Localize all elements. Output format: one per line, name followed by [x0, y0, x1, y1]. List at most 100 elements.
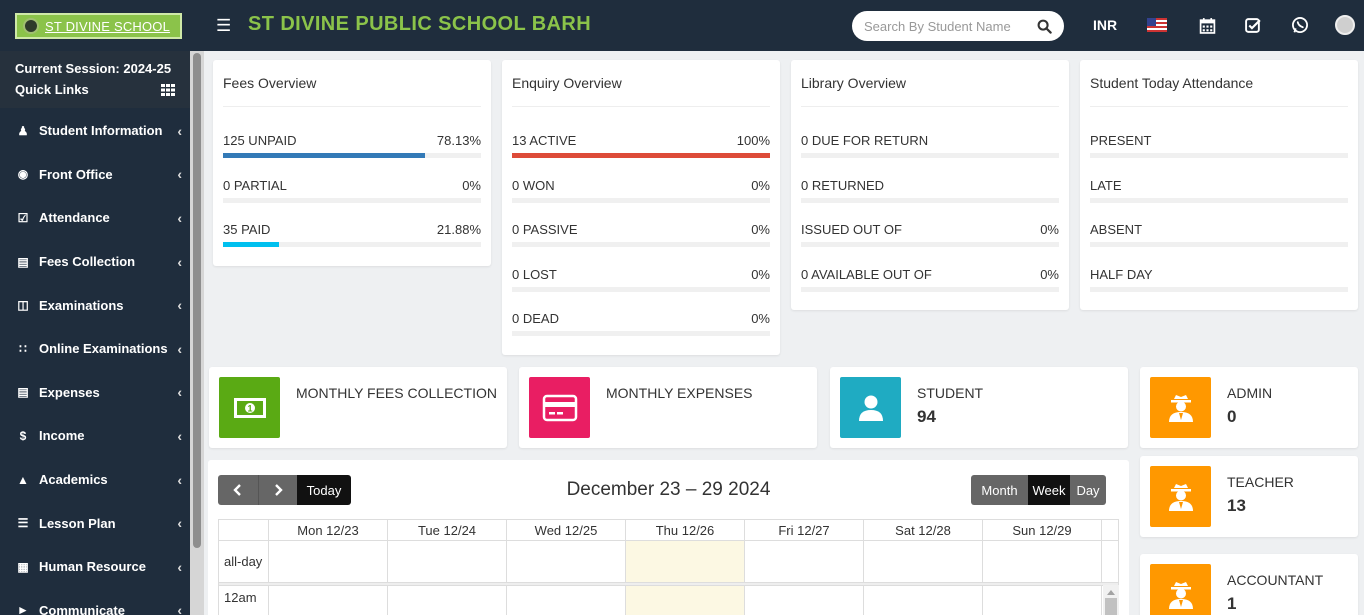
calendar-scrollbar[interactable] — [1103, 585, 1119, 615]
overview-row: 0 PASSIVE 0% — [512, 209, 770, 253]
stat-label: MONTHLY EXPENSES — [606, 385, 753, 401]
school-logo[interactable]: ST DIVINE SCHOOL — [15, 13, 182, 39]
chevron-left-icon: ‹ — [177, 122, 182, 139]
monthly-expenses-box[interactable]: MONTHLY EXPENSES — [519, 367, 817, 448]
sidebar-item-communicate[interactable]: ► Communicate ‹ — [0, 589, 190, 615]
stat-value: 94 — [917, 407, 936, 426]
sidebar-item-label: Human Resource — [39, 559, 146, 575]
overview-row-label: 0 LOST — [512, 266, 557, 282]
current-session: Current Session: 2024-25 — [15, 61, 172, 76]
stat-label: TEACHER — [1227, 474, 1294, 490]
chevron-left-icon: ‹ — [177, 166, 182, 183]
dollar-icon: $ — [19, 428, 27, 443]
credit-card-icon — [529, 377, 590, 438]
scroll-thumb[interactable] — [1105, 598, 1117, 615]
sitemap-icon: ▦ — [17, 559, 29, 574]
sidebar-item-student-information[interactable]: ♟ Student Information ‹ — [0, 109, 190, 153]
search-box — [852, 11, 1064, 41]
time-slot[interactable] — [745, 586, 864, 615]
all-day-slot[interactable] — [269, 541, 388, 583]
user-avatar[interactable] — [1334, 14, 1356, 36]
monthly-fees-collection-box[interactable]: 1 MONTHLY FEES COLLECTION — [209, 367, 507, 448]
time-slot[interactable] — [864, 586, 983, 615]
logo-text: ST DIVINE SCHOOL — [45, 18, 171, 34]
time-slot[interactable] — [507, 586, 626, 615]
quick-links[interactable]: Quick Links — [15, 82, 175, 97]
sidebar-item-fees-collection[interactable]: ▤ Fees Collection ‹ — [0, 240, 190, 284]
sidebar-item-attendance[interactable]: ☑ Attendance ‹ — [0, 196, 190, 240]
sidebar-item-label: Fees Collection — [39, 254, 136, 270]
session-panel: Current Session: 2024-25 Quick Links — [0, 51, 190, 108]
scroll-up-icon[interactable] — [1107, 590, 1115, 595]
sidebar-item-examinations[interactable]: ◫ Examinations ‹ — [0, 283, 190, 327]
task-check-icon[interactable] — [1242, 14, 1264, 36]
currency-selector[interactable]: INR — [1093, 17, 1117, 33]
overview-row-label: ISSUED OUT OF — [801, 222, 902, 238]
admin-count-box[interactable]: ADMIN 0 — [1140, 367, 1358, 448]
time-slot[interactable] — [269, 586, 388, 615]
search-input[interactable] — [864, 18, 1034, 34]
teacher-count-box[interactable]: TEACHER 13 — [1140, 456, 1358, 537]
grid-icon[interactable] — [161, 83, 175, 96]
time-slot[interactable] — [983, 586, 1102, 615]
accountant-count-box[interactable]: ACCOUNTANT 1 — [1140, 554, 1358, 615]
all-day-slot[interactable] — [864, 541, 983, 583]
calendar-icon[interactable] — [1196, 14, 1218, 36]
all-day-slot[interactable] — [983, 541, 1102, 583]
sidebar-item-online-examinations[interactable]: ∷ Online Examinations ‹ — [0, 327, 190, 371]
all-day-slot[interactable] — [626, 541, 745, 583]
progress-bar — [223, 197, 481, 203]
day-header: Wed 12/25 — [507, 520, 626, 541]
all-day-slot[interactable] — [507, 541, 626, 583]
student-count-box[interactable]: STUDENT 94 — [830, 367, 1128, 448]
search-icon[interactable] — [1034, 16, 1054, 36]
day-header: Fri 12/27 — [745, 520, 864, 541]
sidebar-item-human-resource[interactable]: ▦ Human Resource ‹ — [0, 545, 190, 589]
overview-row: HALF DAY — [1090, 254, 1348, 298]
sidebar-item-lesson-plan[interactable]: ☰ Lesson Plan ‹ — [0, 501, 190, 545]
overview-row-percent: 0% — [751, 177, 770, 193]
sidebar-item-label: Income — [39, 428, 85, 444]
time-slot[interactable] — [388, 586, 507, 615]
overview-row-label: 0 DUE FOR RETURN — [801, 133, 929, 148]
sidebar-item-income[interactable]: $ Income ‹ — [0, 414, 190, 458]
all-day-slot[interactable] — [388, 541, 507, 583]
stat-label: ACCOUNTANT — [1227, 572, 1324, 588]
view-week-button[interactable]: Week — [1028, 475, 1070, 505]
overview-row-percent: 100% — [736, 133, 770, 148]
progress-bar — [1090, 286, 1348, 292]
whatsapp-icon[interactable] — [1289, 14, 1311, 36]
overview-row-label: PRESENT — [1090, 133, 1152, 148]
enquiry-overview-title: Enquiry Overview — [512, 75, 622, 91]
overview-row-label: 35 PAID — [223, 222, 271, 238]
sidebar-item-label: Attendance — [39, 210, 110, 226]
overview-row-percent: 0% — [1040, 222, 1059, 238]
graduation-cap-icon: ▲ — [17, 472, 29, 487]
sidebar-scrollbar[interactable] — [190, 51, 204, 615]
all-day-label: all-day — [219, 541, 269, 583]
overview-row-percent: 78.13% — [436, 133, 481, 148]
chevron-left-icon: ‹ — [177, 515, 182, 532]
time-slot[interactable] — [626, 586, 745, 615]
sidebar-item-academics[interactable]: ▲ Academics ‹ — [0, 458, 190, 502]
sidebar-menu: ♟ Student Information ‹ ◉ Front Office ‹ ☑ Atte… — [0, 108, 190, 615]
sidebar-item-front-office[interactable]: ◉ Front Office ‹ — [0, 153, 190, 197]
overview-row-percent: 0% — [751, 222, 770, 238]
progress-bar — [1090, 153, 1348, 158]
day-header: Thu 12/26 — [626, 520, 745, 541]
sidebar-item-label: Online Examinations — [39, 341, 168, 357]
sidebar-scroll-thumb[interactable] — [193, 53, 201, 548]
stat-value: 13 — [1227, 496, 1246, 515]
language-flag-icon[interactable] — [1146, 14, 1168, 36]
hamburger-menu-icon[interactable]: ☰ — [216, 16, 231, 36]
view-month-button[interactable]: Month — [971, 475, 1028, 505]
view-day-button[interactable]: Day — [1070, 475, 1106, 505]
overview-row: 0 DUE FOR RETURN — [801, 120, 1059, 164]
overview-row: ABSENT — [1090, 209, 1348, 253]
rss-icon: ∷ — [19, 341, 27, 356]
sidebar-item-expenses[interactable]: ▤ Expenses ‹ — [0, 371, 190, 415]
progress-bar — [512, 153, 770, 158]
stat-label: MONTHLY FEES COLLECTION — [296, 385, 497, 401]
axis-header — [219, 520, 269, 541]
all-day-slot[interactable] — [745, 541, 864, 583]
